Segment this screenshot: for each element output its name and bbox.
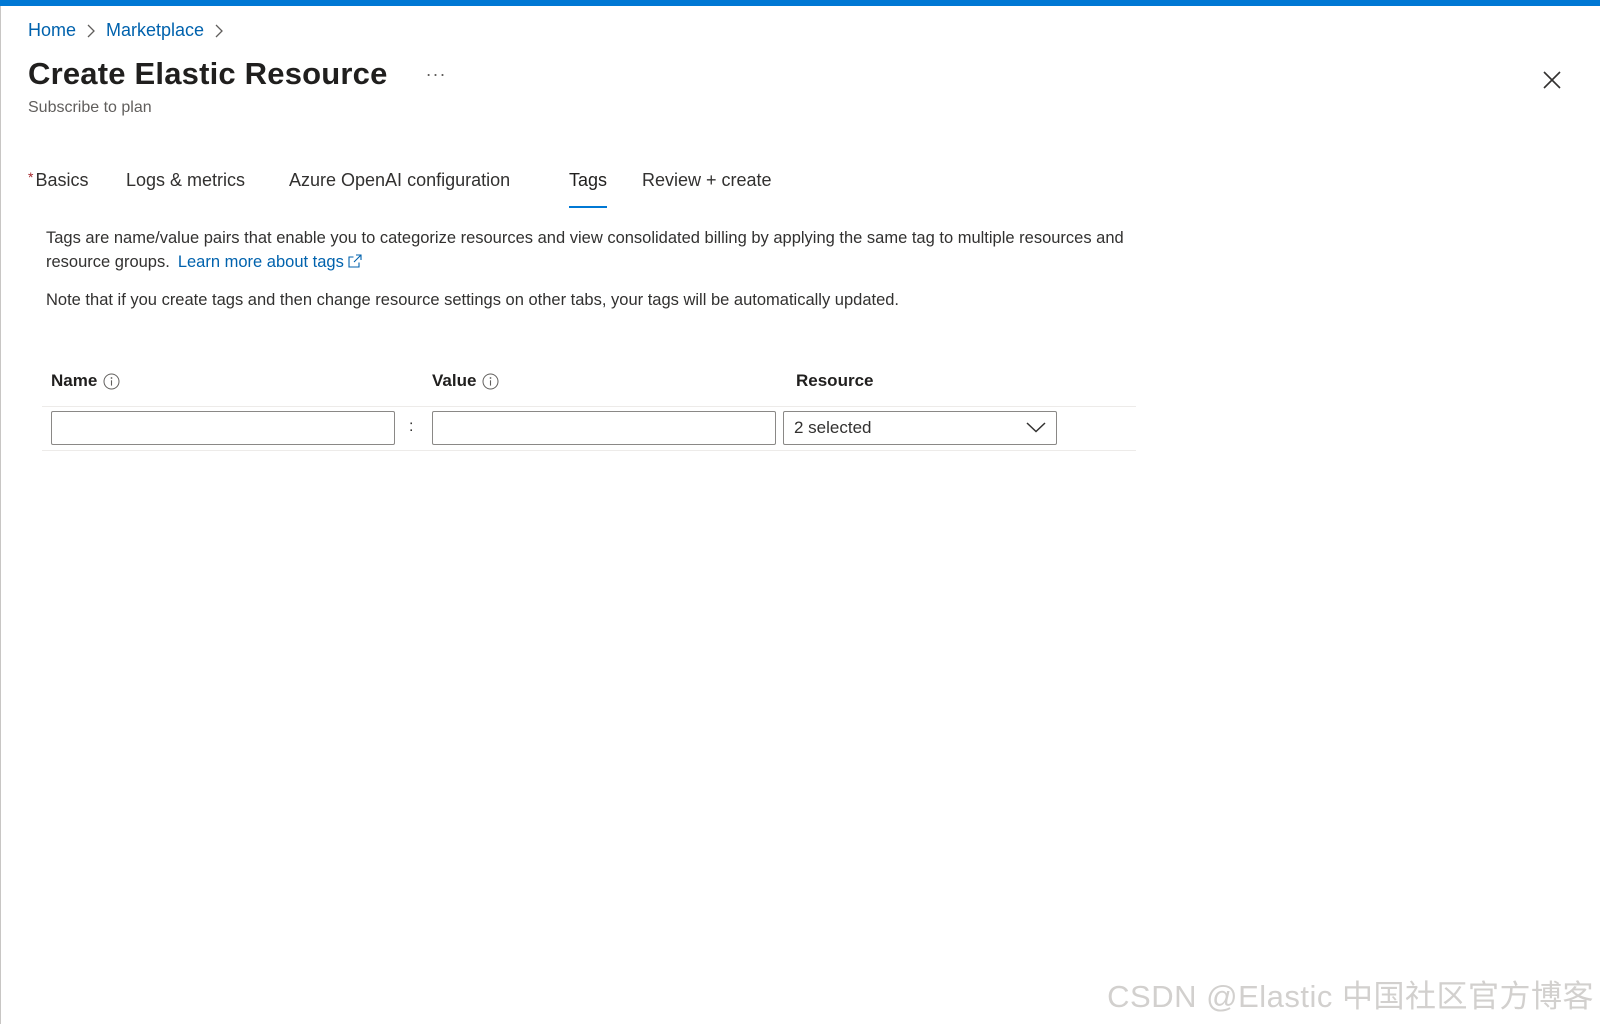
breadcrumb: Home Marketplace bbox=[28, 20, 234, 41]
tags-note: Note that if you create tags and then ch… bbox=[46, 291, 900, 309]
learn-more-link[interactable]: Learn more about tags bbox=[178, 253, 362, 271]
value-column-label: Value bbox=[432, 371, 477, 390]
resource-column-header: Resource bbox=[796, 371, 873, 391]
tab-basics[interactable]: * Basics bbox=[28, 169, 89, 210]
external-link-icon bbox=[348, 251, 362, 275]
chevron-right-icon bbox=[214, 24, 224, 38]
name-value-separator: : bbox=[409, 418, 414, 435]
title-row: Create Elastic Resource ··· bbox=[28, 56, 451, 92]
info-icon[interactable] bbox=[482, 373, 499, 390]
tab-label: Logs & metrics bbox=[126, 170, 246, 190]
grid-divider bbox=[42, 406, 1136, 407]
info-icon[interactable] bbox=[103, 373, 120, 390]
breadcrumb-marketplace-link[interactable]: Marketplace bbox=[106, 20, 204, 41]
close-icon bbox=[1543, 71, 1561, 89]
learn-more-label: Learn more about tags bbox=[177, 253, 344, 271]
resource-dropdown-value: 2 selected bbox=[794, 418, 872, 437]
name-column-header: Name bbox=[51, 371, 120, 391]
tab-label: Review + create bbox=[642, 170, 772, 190]
chevron-down-icon bbox=[1026, 418, 1046, 438]
tab-label: Tags bbox=[569, 170, 608, 190]
tab-azure-openai-configuration[interactable]: Azure OpenAI configuration bbox=[289, 170, 510, 210]
value-column-header: Value bbox=[432, 371, 499, 391]
watermark: CSDN @Elastic 中国社区官方博客 bbox=[1107, 979, 1594, 1014]
tags-grid-header: Name Value Resource bbox=[46, 362, 1136, 406]
tab-logs-metrics[interactable]: Logs & metrics bbox=[126, 170, 245, 210]
page-subtitle: Subscribe to plan bbox=[28, 99, 152, 116]
tags-description: Tags are name/value pairs that enable yo… bbox=[46, 226, 1126, 275]
more-options-button[interactable]: ··· bbox=[422, 64, 451, 85]
tag-name-input[interactable] bbox=[51, 411, 395, 445]
tab-review-create[interactable]: Review + create bbox=[642, 170, 772, 210]
top-accent-bar bbox=[0, 0, 1600, 6]
chevron-right-icon bbox=[86, 24, 96, 38]
tab-label: Basics bbox=[35, 170, 89, 190]
breadcrumb-home-link[interactable]: Home bbox=[28, 20, 76, 41]
tab-tags[interactable]: Tags bbox=[569, 170, 608, 210]
resource-column-label: Resource bbox=[796, 371, 874, 390]
left-border bbox=[0, 6, 1, 1024]
required-marker: * bbox=[28, 169, 34, 185]
resource-dropdown[interactable]: 2 selected bbox=[783, 411, 1057, 445]
close-button[interactable] bbox=[1538, 66, 1566, 94]
grid-divider bbox=[42, 450, 1136, 451]
name-column-label: Name bbox=[51, 371, 98, 390]
page-title: Create Elastic Resource bbox=[28, 56, 388, 91]
tab-label: Azure OpenAI configuration bbox=[289, 170, 511, 190]
tag-value-input[interactable] bbox=[432, 411, 776, 445]
